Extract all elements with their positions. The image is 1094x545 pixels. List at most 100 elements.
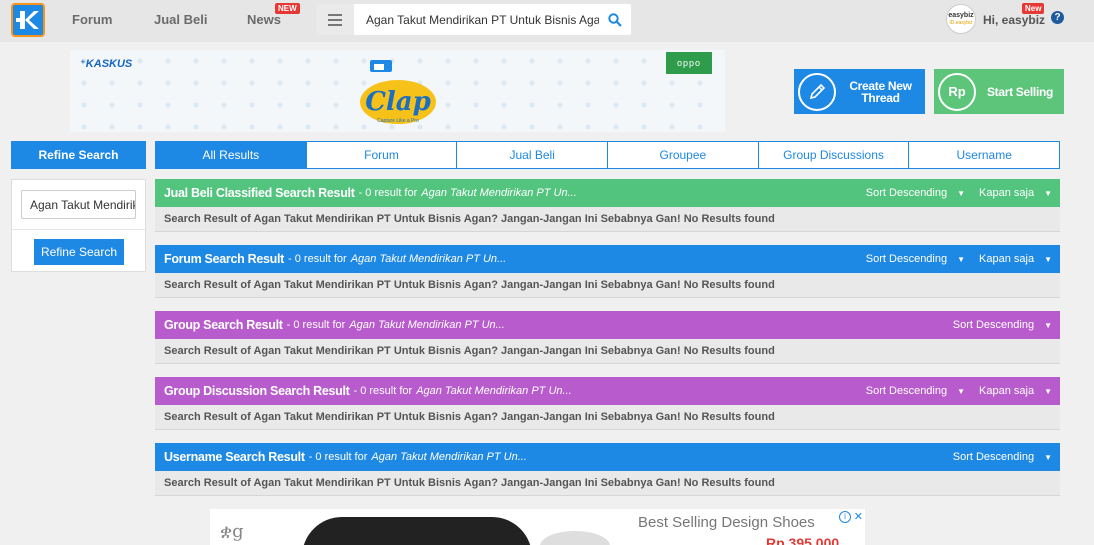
ad-info-icon[interactable]: i [839, 511, 851, 523]
group-result-section: Group Search Result - 0 result for Agan … [155, 311, 1060, 364]
promo-banner[interactable]: ⁺KASKUS oppo Clap Capture Like a Pro [70, 50, 725, 132]
caret-down-icon: ▼ [1044, 320, 1052, 330]
section-header: Jual Beli Classified Search Result - 0 r… [155, 179, 1060, 207]
ad-headline: Best Selling Design Shoes [638, 514, 815, 531]
avatar-brand-text: easybiz [948, 12, 974, 19]
section-title[interactable]: Forum Search Result [164, 252, 284, 266]
user-avatar[interactable]: easybiz ID.easybiz [946, 4, 976, 34]
top-nav-bar: Forum Jual Beli News NEW easybiz ID.easy… [0, 0, 1094, 42]
tab-jual-beli[interactable]: Jual Beli [456, 142, 607, 168]
time-dropdown[interactable]: Kapan saja ▼ [979, 187, 1052, 199]
section-controls: Sort Descending ▼ [939, 443, 1052, 471]
section-count: - 0 result for [353, 385, 413, 397]
section-query: Agan Takut Mendirikan PT Un... [349, 319, 505, 331]
banner-oppo-logo: oppo [666, 52, 712, 74]
tab-groupee[interactable]: Groupee [607, 142, 758, 168]
svg-text:Clap: Clap [365, 87, 431, 117]
sort-dropdown[interactable]: Sort Descending ▼ [866, 187, 965, 199]
result-tabs: All Results Forum Jual Beli Groupee Grou… [155, 141, 1060, 169]
time-label: Kapan saja [979, 187, 1035, 199]
user-new-badge: New [1022, 3, 1045, 14]
refine-search-heading: Refine Search [11, 141, 146, 169]
refine-search-button[interactable]: Refine Search [34, 239, 124, 265]
section-result-text: Search Result of Agan Takut Mendirikan P… [155, 405, 1060, 430]
section-title[interactable]: Group Search Result [164, 318, 283, 332]
tab-all-results[interactable]: All Results [156, 142, 306, 168]
section-result-text: Search Result of Agan Takut Mendirikan P… [155, 339, 1060, 364]
tab-username[interactable]: Username [908, 142, 1059, 168]
news-new-badge: NEW [275, 3, 300, 14]
banner-kaskus-logo: ⁺KASKUS [80, 58, 133, 70]
time-label: Kapan saja [979, 253, 1035, 265]
jual-beli-result-section: Jual Beli Classified Search Result - 0 r… [155, 179, 1060, 232]
caret-down-icon: ▼ [1044, 452, 1052, 462]
refine-search-input[interactable] [21, 190, 136, 219]
caret-down-icon: ▼ [1044, 188, 1052, 198]
caret-down-icon: ▼ [1044, 386, 1052, 396]
caret-down-icon: ▼ [957, 386, 966, 396]
section-header: Forum Search Result - 0 result for Agan … [155, 245, 1060, 273]
time-dropdown[interactable]: Kapan saja ▼ [979, 253, 1052, 265]
search-icon [608, 12, 622, 27]
section-header: Username Search Result - 0 result for Ag… [155, 443, 1060, 471]
clap-logo: Clap Capture Like a Pro [358, 58, 438, 130]
shoe-advertisement[interactable]: ቋg Best Selling Design Shoes Rp 395.000 … [210, 509, 865, 545]
sort-label: Sort Descending [952, 451, 1035, 463]
caret-down-icon: ▼ [957, 188, 966, 198]
section-result-text: Search Result of Agan Takut Mendirikan P… [155, 207, 1060, 232]
kaskus-k-icon [16, 11, 39, 29]
tab-forum[interactable]: Forum [305, 142, 457, 168]
ad-brand-logo: ቋg [220, 521, 244, 542]
sort-dropdown[interactable]: Sort Descending ▼ [866, 385, 965, 397]
svg-text:Capture Like a Pro: Capture Like a Pro [377, 118, 419, 124]
section-result-text: Search Result of Agan Takut Mendirikan P… [155, 273, 1060, 298]
kaskus-logo[interactable] [11, 3, 45, 37]
ad-price: Rp 395.000 [766, 535, 840, 545]
time-label: Kapan saja [979, 385, 1035, 397]
section-count: - 0 result for [288, 253, 347, 265]
ad-close-icon[interactable]: ✕ [854, 510, 863, 523]
section-title[interactable]: Jual Beli Classified Search Result [164, 186, 355, 200]
sort-dropdown[interactable]: Sort Descending ▼ [866, 253, 965, 265]
sort-dropdown[interactable]: Sort Descending ▼ [953, 319, 1052, 331]
menu-icon[interactable] [316, 4, 354, 35]
nav-news-link[interactable]: News [247, 12, 281, 27]
clap-camera-icon: Clap Capture Like a Pro [360, 60, 436, 124]
section-title[interactable]: Group Discussion Search Result [164, 384, 350, 398]
start-selling-label: Start Selling [986, 84, 1054, 99]
section-title[interactable]: Username Search Result [164, 450, 305, 464]
section-header: Group Search Result - 0 result for Agan … [155, 311, 1060, 339]
sort-dropdown[interactable]: Sort Descending ▼ [953, 451, 1052, 463]
search-bar [316, 4, 631, 35]
sort-label: Sort Descending [865, 253, 948, 265]
section-controls: Sort Descending ▼ [939, 311, 1052, 339]
start-selling-button[interactable]: Rp Start Selling [934, 69, 1064, 114]
username-result-section: Username Search Result - 0 result for Ag… [155, 443, 1060, 496]
section-query: Agan Takut Mendirikan PT Un... [350, 253, 507, 265]
time-dropdown[interactable]: Kapan saja ▼ [979, 385, 1052, 397]
refine-divider [12, 229, 145, 230]
section-query: Agan Takut Mendirikan PT Un... [416, 385, 572, 397]
section-count: - 0 result for [308, 451, 368, 463]
search-button[interactable] [599, 4, 631, 35]
create-thread-label: Create New Thread [849, 78, 912, 105]
shoe-image [302, 517, 532, 545]
rupiah-icon: Rp [938, 72, 976, 111]
section-header: Group Discussion Search Result - 0 resul… [155, 377, 1060, 405]
nav-jual-beli-link[interactable]: Jual Beli [154, 12, 207, 27]
tab-group-discussions[interactable]: Group Discussions [757, 142, 909, 168]
user-greeting[interactable]: Hi, easybiz [983, 13, 1045, 27]
group-discussion-result-section: Group Discussion Search Result - 0 resul… [155, 377, 1060, 430]
search-input[interactable] [356, 4, 599, 35]
section-controls: Sort Descending ▼ Kapan saja ▼ [852, 245, 1052, 273]
help-icon[interactable]: ? [1051, 11, 1064, 24]
forum-result-section: Forum Search Result - 0 result for Agan … [155, 245, 1060, 298]
section-query: Agan Takut Mendirikan PT Un... [421, 187, 577, 199]
nav-forum-link[interactable]: Forum [72, 12, 112, 27]
section-count: - 0 result for [286, 319, 346, 331]
hamburger-icon [328, 13, 342, 26]
refine-search-panel: Refine Search [11, 179, 146, 272]
create-thread-button[interactable]: Create New Thread [794, 69, 925, 114]
pencil-icon [798, 72, 836, 111]
avatar-sub-text: ID.easybiz [949, 20, 973, 26]
